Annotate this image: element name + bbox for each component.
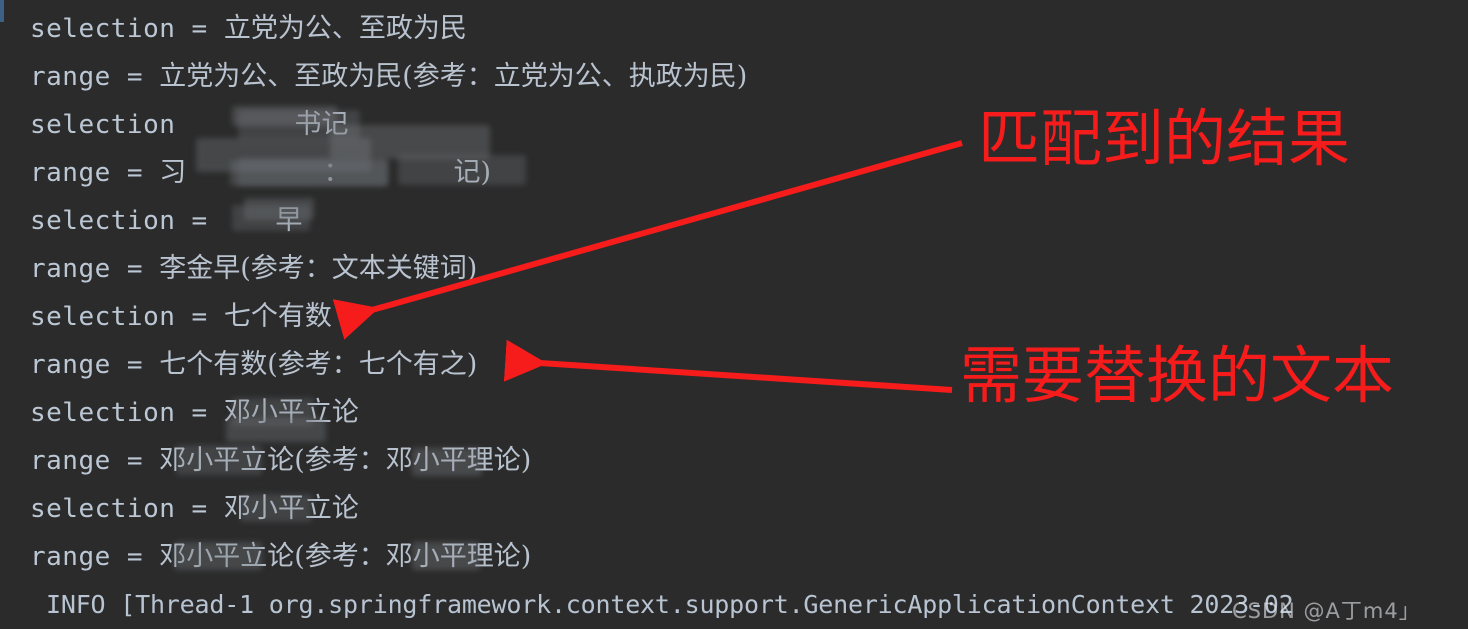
console-line-key: range = — [30, 446, 160, 476]
console-line-key: selection = — [30, 206, 224, 236]
console-line: range = 习 ： 记) — [30, 149, 491, 197]
console-line-replacement-range: range = 七个有数(参考：七个有之) — [30, 341, 477, 389]
console-line: selection = 邓小平立论 — [30, 389, 359, 437]
csdn-watermark: CSDN @A丁m4」 — [1232, 599, 1421, 623]
console-line: selection = 立党为公、至政为民 — [30, 5, 467, 53]
console-line: range = 邓小平立论(参考：邓小平理论) — [30, 533, 531, 581]
console-line-value: 邓小平立论 — [223, 493, 359, 524]
console-line-value: 习 ： 记) — [159, 157, 492, 188]
console-line-key: selection = — [30, 398, 224, 428]
console-line-value: 李金早(参考：文本关键词) — [159, 253, 478, 284]
console-line-key: selection — [30, 110, 192, 140]
console-line-value: 邓小平立论(参考：邓小平理论) — [159, 541, 532, 572]
editor-accent-bar — [0, 0, 4, 22]
console-line-value: 七个有数 — [223, 301, 332, 332]
console-line-key: range = — [30, 158, 160, 188]
console-line-value: 书记 — [191, 109, 349, 140]
console-output-screenshot: selection = 立党为公、至政为民 range = 立党为公、至政为民(… — [0, 0, 1468, 629]
annotation-replacement-text: 需要替换的文本 — [960, 339, 1395, 412]
console-line-value: 早 — [223, 205, 303, 236]
console-line-key: range = — [30, 350, 160, 380]
console-line-value: 立党为公、至政为民 — [223, 13, 467, 44]
console-line-matched-selection: selection = 七个有数 — [30, 293, 332, 341]
console-line-key: selection = — [30, 494, 224, 524]
console-line-value: 邓小平立论(参考：邓小平理论) — [159, 445, 532, 476]
console-log-line: INFO [Thread-1 org.springframework.conte… — [46, 590, 1294, 619]
console-line-key: selection = — [30, 14, 224, 44]
console-line-key: range = — [30, 62, 160, 92]
console-line-value: 邓小平立论 — [223, 397, 359, 428]
annotation-matched-result: 匹配到的结果 — [978, 102, 1351, 175]
console-line: range = 邓小平立论(参考：邓小平理论) — [30, 437, 531, 485]
console-line-value: 立党为公、至政为民(参考：立党为公、执政为民) — [159, 61, 748, 92]
console-line-key: range = — [30, 542, 160, 572]
console-line: range = 李金早(参考：文本关键词) — [30, 245, 477, 293]
console-line: range = 立党为公、至政为民(参考：立党为公、执政为民) — [30, 53, 747, 101]
console-line-key: selection = — [30, 302, 224, 332]
console-line-key: range = — [30, 254, 160, 284]
console-line: selection = 邓小平立论 — [30, 485, 359, 533]
arrow-to-replacement-text — [503, 339, 953, 393]
console-line: selection 书记 — [30, 101, 349, 149]
console-line: selection = 早 — [30, 197, 302, 245]
console-line-value: 七个有数(参考：七个有之) — [159, 349, 478, 380]
